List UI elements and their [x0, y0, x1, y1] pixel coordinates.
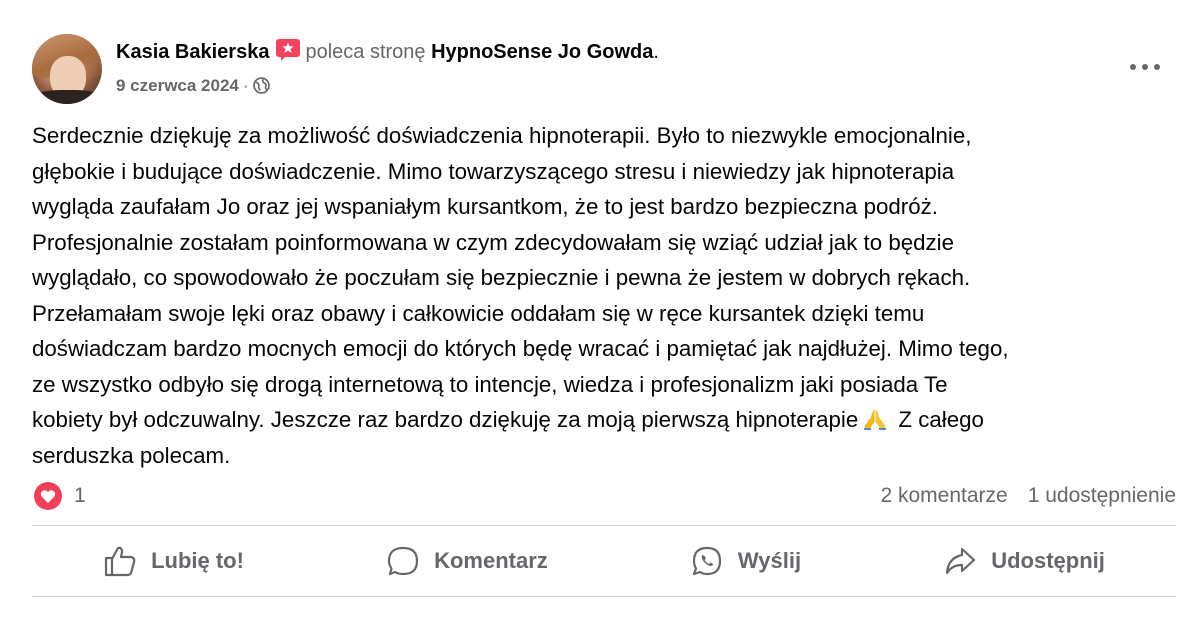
post-date[interactable]: 9 czerwca 2024: [116, 76, 239, 95]
send-label: Wyślij: [737, 548, 802, 573]
share-button[interactable]: Udostępnij: [929, 537, 1119, 585]
comment-button[interactable]: Komentarz: [372, 537, 562, 585]
thumbs-up-icon: [104, 546, 136, 577]
messenger-whatsapp-icon: [692, 546, 722, 576]
comments-count-link[interactable]: 2 komentarze: [880, 484, 1007, 507]
divider-bottom: [32, 596, 1176, 597]
comment-label: Komentarz: [434, 548, 548, 573]
recommend-icon: [276, 39, 301, 61]
more-options-icon[interactable]: [1128, 58, 1162, 74]
author-name[interactable]: Kasia Bakierska: [116, 41, 269, 63]
divider-top: [32, 525, 1176, 526]
headline-period: .: [653, 41, 659, 63]
post-body-text: Serdecznie dziękuję za możliwość doświad…: [32, 123, 1009, 432]
post-body: Serdecznie dziękuję za możliwość doświad…: [32, 118, 1177, 473]
shares-count-link[interactable]: 1 udostępnienie: [1028, 484, 1176, 507]
recommended-page-name[interactable]: HypnoSense Jo Gowda: [431, 41, 653, 63]
recommendation-post: Kasia Bakierska poleca stronę HypnoSense…: [0, 0, 1200, 630]
recommends-text: poleca stronę: [305, 41, 426, 63]
reactions-summary[interactable]: 1: [34, 482, 86, 510]
meta-separator: ·: [242, 76, 249, 95]
post-headline: Kasia Bakierska poleca stronę HypnoSense…: [116, 38, 659, 64]
post-stats: 1 2 komentarze 1 udostępnienie: [34, 480, 1176, 514]
folded-hands-emoji: [864, 409, 887, 430]
share-label: Udostępnij: [991, 548, 1105, 573]
globe-icon[interactable]: [252, 77, 270, 94]
engagement-counts: 2 komentarze 1 udostępnienie: [880, 484, 1176, 508]
like-label: Lubię to!: [151, 548, 244, 573]
heart-reaction-icon: [34, 482, 62, 510]
author-avatar[interactable]: [32, 34, 102, 104]
like-button[interactable]: Lubię to!: [89, 537, 258, 585]
comment-icon: [387, 546, 419, 576]
post-action-bar: Lubię to! Komentarz Wyślij Udostępnij: [32, 530, 1176, 592]
post-meta: 9 czerwca 2024 ·: [116, 76, 270, 96]
share-arrow-icon: [946, 547, 976, 575]
post-header: Kasia Bakierska poleca stronę HypnoSense…: [32, 30, 1172, 106]
send-button[interactable]: Wyślij: [676, 537, 815, 585]
reaction-count: 1: [74, 484, 86, 507]
